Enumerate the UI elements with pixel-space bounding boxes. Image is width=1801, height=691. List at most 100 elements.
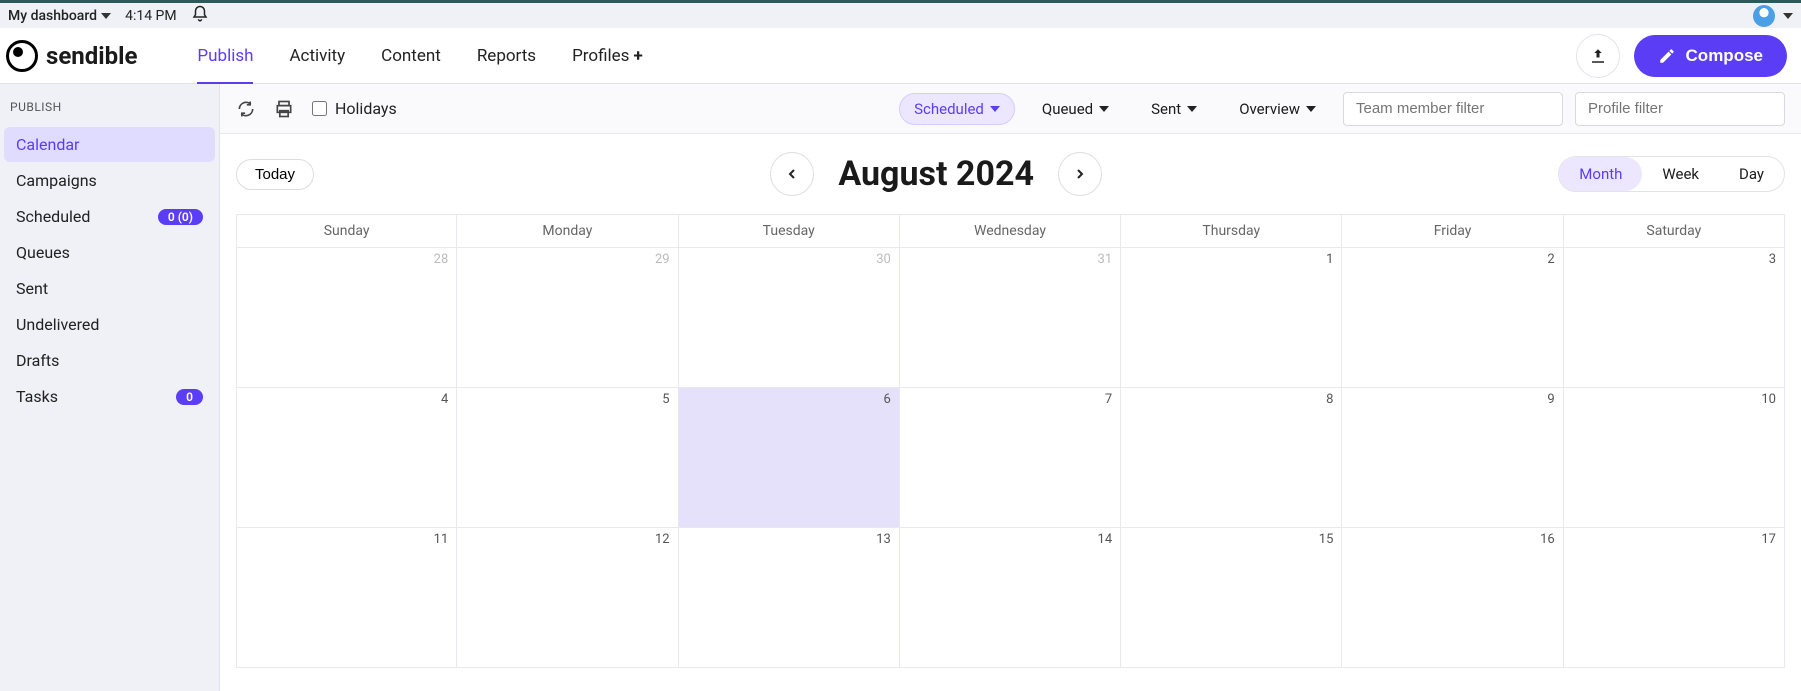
print-icon[interactable]: [274, 99, 294, 119]
sidebar-item-undelivered[interactable]: Undelivered: [4, 307, 215, 342]
content: Holidays Scheduled Queued Sent Overview: [220, 84, 1801, 691]
time-label: 4:14 PM: [125, 8, 177, 24]
view-week[interactable]: Week: [1642, 157, 1719, 191]
sidebar-item-label: Undelivered: [16, 315, 99, 334]
nav-publish-label: Publish: [197, 46, 253, 66]
logo-icon: [6, 40, 38, 72]
prev-month-button[interactable]: [770, 152, 814, 196]
main-nav: Publish Activity Content Reports Profile…: [197, 28, 642, 83]
badge: 0 (0): [158, 209, 203, 225]
profile-filter-input[interactable]: [1575, 92, 1785, 126]
calendar-cell[interactable]: 6: [679, 388, 900, 528]
calendar-grid: SundayMondayTuesdayWednesdayThursdayFrid…: [236, 214, 1785, 691]
calendar-cell[interactable]: 10: [1564, 388, 1785, 528]
logo[interactable]: sendible: [6, 40, 137, 72]
calendar-cell[interactable]: 11: [236, 528, 457, 668]
cell-number: 14: [1098, 532, 1113, 547]
view-toggle: Month Week Day: [1558, 156, 1785, 192]
nav-reports[interactable]: Reports: [477, 28, 536, 83]
calendar-cell[interactable]: 2: [1342, 248, 1563, 388]
filter-sent[interactable]: Sent: [1136, 93, 1212, 125]
nav-content[interactable]: Content: [381, 28, 441, 83]
nav-activity-label: Activity: [289, 46, 345, 66]
cell-number: 4: [441, 392, 448, 407]
calendar-cell[interactable]: 9: [1342, 388, 1563, 528]
toolbar: Holidays Scheduled Queued Sent Overview: [220, 84, 1801, 134]
today-button[interactable]: Today: [236, 159, 314, 190]
sidebar-item-drafts[interactable]: Drafts: [4, 343, 215, 378]
calendar-cell[interactable]: 14: [900, 528, 1121, 668]
chip-label: Overview: [1239, 100, 1300, 118]
dow-header: Friday: [1342, 215, 1563, 248]
view-month[interactable]: Month: [1559, 157, 1642, 191]
team-filter-input[interactable]: [1343, 92, 1563, 126]
cell-number: 29: [655, 252, 670, 267]
sidebar-item-queues[interactable]: Queues: [4, 235, 215, 270]
caret-down-icon: [990, 106, 1000, 112]
cell-number: 3: [1769, 252, 1776, 267]
calendar-cell[interactable]: 28: [236, 248, 457, 388]
view-day[interactable]: Day: [1719, 157, 1784, 191]
calendar-cell[interactable]: 7: [900, 388, 1121, 528]
sidebar-item-campaigns[interactable]: Campaigns: [4, 163, 215, 198]
nav-profiles-label: Profiles: [572, 46, 629, 66]
holidays-label: Holidays: [335, 99, 397, 118]
dashboard-dropdown[interactable]: My dashboard: [8, 8, 111, 24]
sidebar-title: PUBLISH: [0, 94, 219, 126]
dow-header: Tuesday: [679, 215, 900, 248]
caret-down-icon: [1187, 106, 1197, 112]
refresh-icon[interactable]: [236, 99, 256, 119]
sidebar: PUBLISH Calendar Campaigns Scheduled 0 (…: [0, 84, 220, 691]
calendar-cell[interactable]: 31: [900, 248, 1121, 388]
dashboard-label: My dashboard: [8, 8, 97, 24]
filter-overview[interactable]: Overview: [1224, 93, 1331, 125]
sidebar-item-label: Drafts: [16, 351, 59, 370]
bell-icon[interactable]: [191, 5, 209, 27]
next-month-button[interactable]: [1058, 152, 1102, 196]
plus-icon: +: [633, 46, 642, 66]
holidays-checkbox[interactable]: [312, 101, 327, 116]
calendar-cell[interactable]: 8: [1121, 388, 1342, 528]
cell-number: 5: [662, 392, 669, 407]
calendar-cell[interactable]: 5: [457, 388, 678, 528]
calendar-cell[interactable]: 13: [679, 528, 900, 668]
user-menu-caret-icon[interactable]: [1783, 13, 1793, 19]
sidebar-item-sent[interactable]: Sent: [4, 271, 215, 306]
calendar-cell[interactable]: 16: [1342, 528, 1563, 668]
nav-publish[interactable]: Publish: [197, 28, 253, 83]
caret-down-icon: [1306, 106, 1316, 112]
dow-header: Thursday: [1121, 215, 1342, 248]
cell-number: 2: [1547, 252, 1554, 267]
calendar-cell[interactable]: 4: [236, 388, 457, 528]
filter-scheduled[interactable]: Scheduled: [899, 93, 1015, 125]
sidebar-item-label: Queues: [16, 243, 70, 262]
sidebar-item-scheduled[interactable]: Scheduled 0 (0): [4, 199, 215, 234]
filter-queued[interactable]: Queued: [1027, 93, 1124, 125]
avatar[interactable]: [1753, 5, 1775, 27]
holidays-toggle[interactable]: Holidays: [312, 99, 397, 118]
compose-button[interactable]: Compose: [1634, 35, 1787, 77]
sidebar-item-tasks[interactable]: Tasks 0: [4, 379, 215, 414]
calendar-cell[interactable]: 12: [457, 528, 678, 668]
nav-profiles[interactable]: Profiles+: [572, 28, 643, 83]
calendar-cell[interactable]: 17: [1564, 528, 1785, 668]
cell-number: 1: [1326, 252, 1333, 267]
calendar-cell[interactable]: 1: [1121, 248, 1342, 388]
month-title: August 2024: [838, 154, 1034, 194]
calendar-cell[interactable]: 3: [1564, 248, 1785, 388]
sidebar-item-label: Campaigns: [16, 171, 97, 190]
calendar-cell[interactable]: 30: [679, 248, 900, 388]
upload-button[interactable]: [1576, 34, 1620, 78]
dow-header: Sunday: [236, 215, 457, 248]
compose-label: Compose: [1686, 46, 1763, 66]
calendar-cell[interactable]: 29: [457, 248, 678, 388]
dow-header: Monday: [457, 215, 678, 248]
cell-number: 13: [876, 532, 891, 547]
cell-number: 31: [1098, 252, 1113, 267]
sidebar-item-label: Sent: [16, 279, 48, 298]
nav-activity[interactable]: Activity: [289, 28, 345, 83]
nav-content-label: Content: [381, 46, 441, 66]
sidebar-item-calendar[interactable]: Calendar: [4, 127, 215, 162]
cell-number: 16: [1540, 532, 1555, 547]
calendar-cell[interactable]: 15: [1121, 528, 1342, 668]
